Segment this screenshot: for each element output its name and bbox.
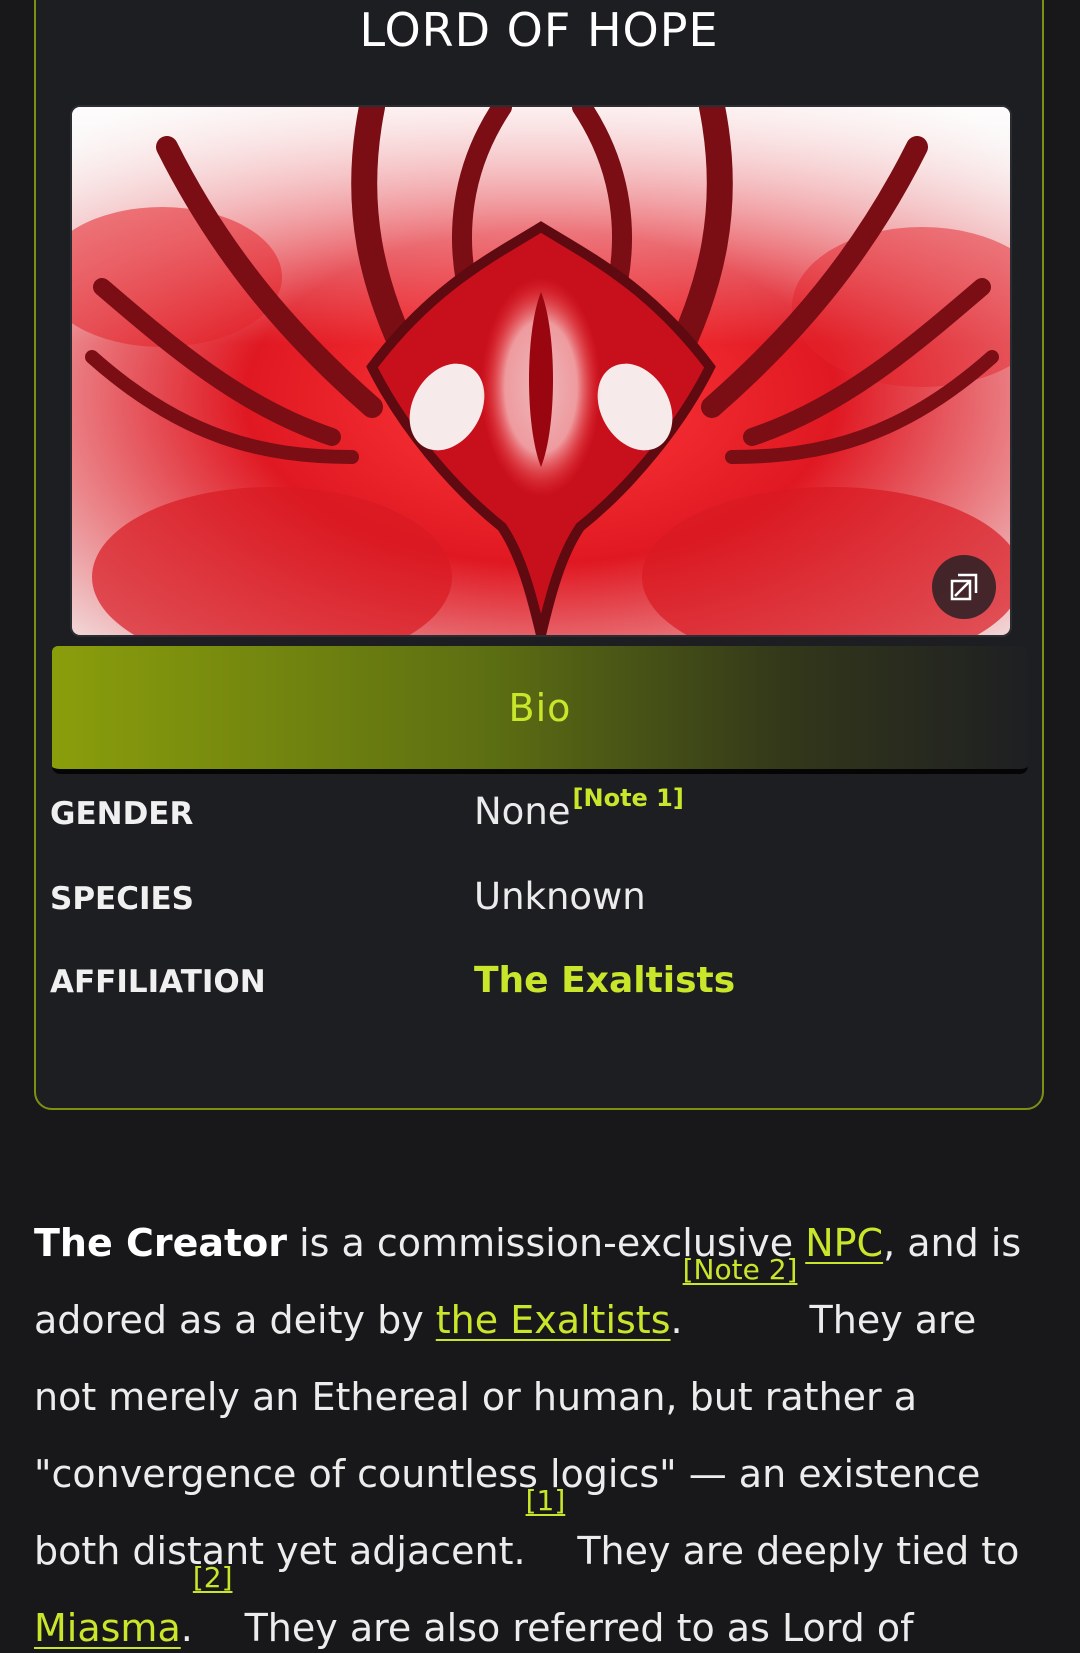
infobox-header: LORD OF HOPE xyxy=(36,2,1042,60)
expand-image-icon xyxy=(950,573,978,601)
info-row-species: SPECIES Unknown xyxy=(50,875,1010,935)
npc-link[interactable]: NPC xyxy=(805,1221,883,1265)
affiliation-link[interactable]: The Exaltists xyxy=(474,960,735,1001)
character-infobox: LORD OF HOPE Bio GENDER None[Note 1] SPE… xyxy=(34,0,1044,1110)
tab-bio[interactable]: Bio xyxy=(52,646,1028,774)
info-key-gender: GENDER xyxy=(50,796,194,832)
article-intro-paragraph: The Creator is a commission-exclusive NP… xyxy=(34,1205,1044,1653)
infobox-title-text: LORD OF HOPE xyxy=(359,3,719,57)
exaltists-link[interactable]: the Exaltists xyxy=(436,1298,671,1342)
note-1-link[interactable]: [Note 1] xyxy=(573,784,684,812)
article-subject-name: The Creator xyxy=(34,1221,288,1265)
info-value-species: Unknown xyxy=(474,875,646,918)
info-key-affiliation: AFFILIATION xyxy=(50,964,266,1000)
info-key-species: SPECIES xyxy=(50,881,195,917)
infobox-title: LORD OF HOPE xyxy=(351,2,727,60)
wiki-page: LORD OF HOPE Bio GENDER None[Note 1] SPE… xyxy=(0,0,1080,1653)
character-image[interactable] xyxy=(70,105,1012,637)
info-row-affiliation: AFFILIATION The Exaltists xyxy=(50,960,1010,1020)
text-segment: They are also referred to as Lord of xyxy=(232,1606,914,1650)
tab-bio-label: Bio xyxy=(508,685,572,730)
ref-2[interactable]: [2] xyxy=(193,1561,233,1594)
gender-value-text: None xyxy=(474,790,571,833)
expand-image-button[interactable] xyxy=(932,555,996,619)
note-2-ref[interactable]: [Note 2] xyxy=(683,1253,798,1286)
info-row-gender: GENDER None[Note 1] xyxy=(50,784,1010,850)
ref-1[interactable]: [1] xyxy=(526,1484,566,1517)
text-segment: . xyxy=(180,1606,193,1650)
text-segment: They are deeply tied to xyxy=(565,1529,1020,1573)
text-segment: . xyxy=(670,1298,683,1342)
eye-emblem-artwork xyxy=(72,107,1010,635)
info-value-gender: None[Note 1] xyxy=(474,784,684,833)
miasma-link[interactable]: Miasma xyxy=(34,1606,181,1650)
